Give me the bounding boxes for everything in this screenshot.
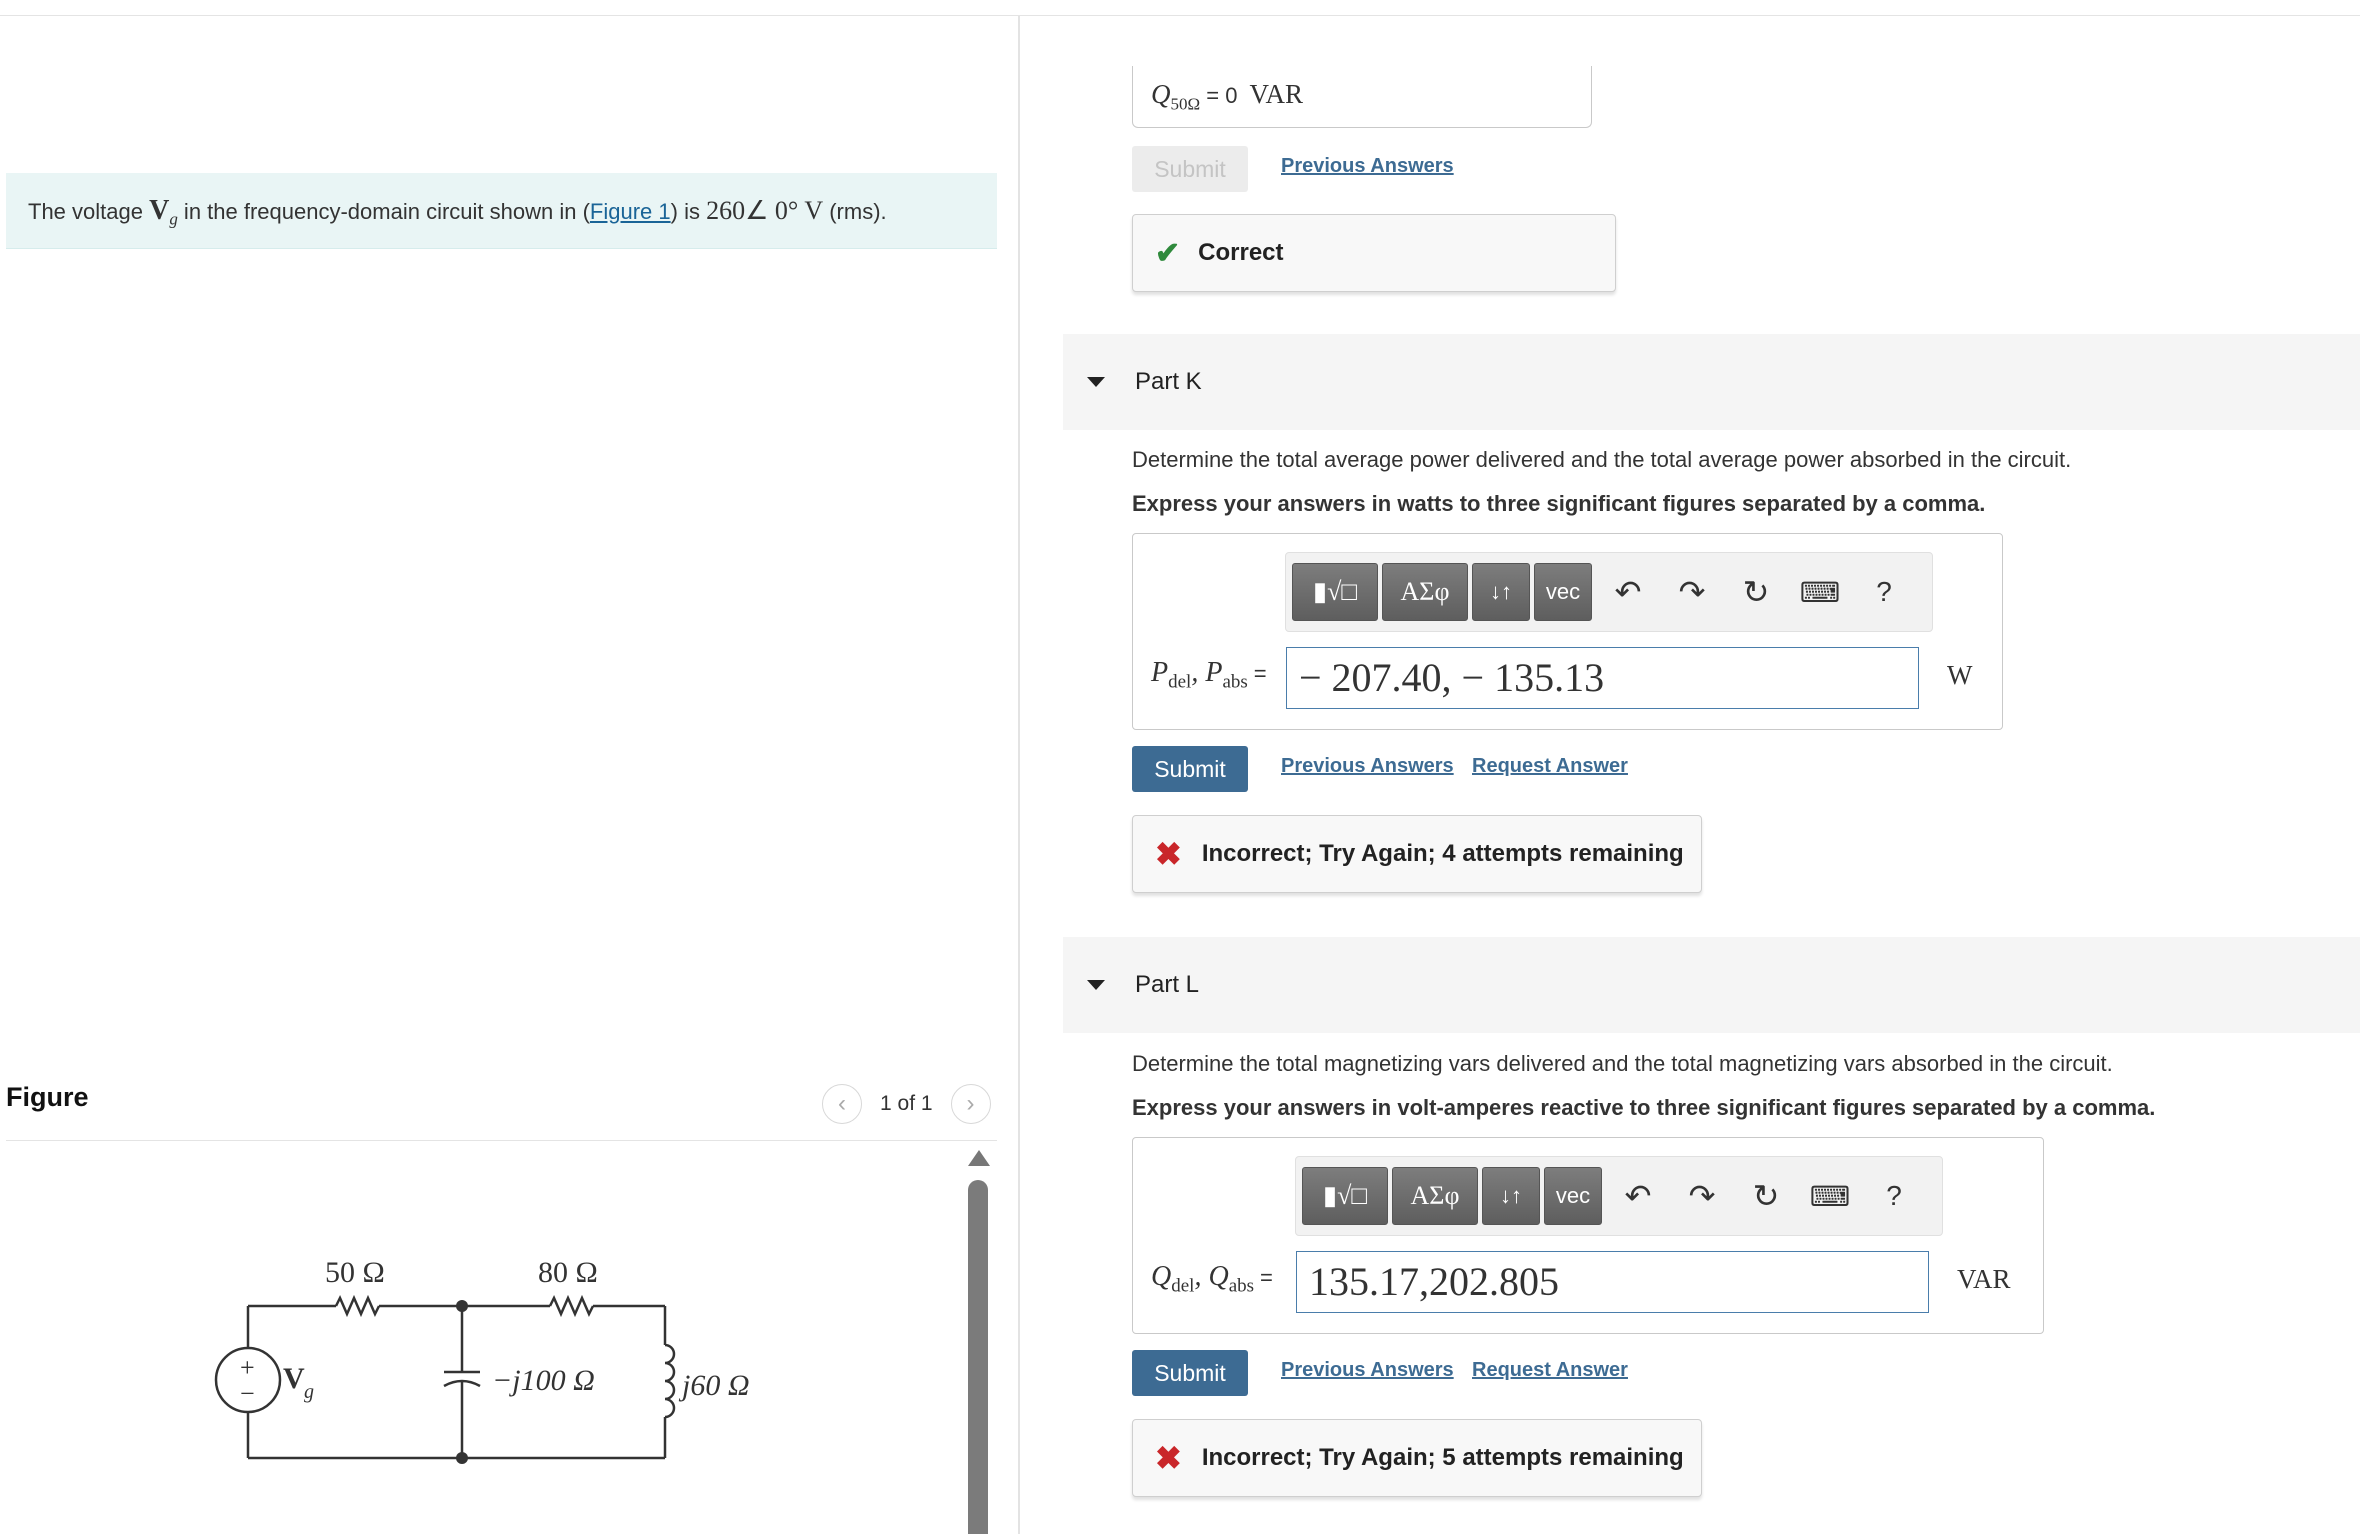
keyboard-icon[interactable]: ⌨ <box>1798 1180 1862 1213</box>
vec-icon[interactable]: vec <box>1534 563 1592 621</box>
scroll-up-arrow-icon[interactable] <box>968 1150 990 1166</box>
part-k-question: Determine the total average power delive… <box>1132 447 2072 472</box>
part-k-submit-button[interactable]: Submit <box>1132 746 1248 792</box>
x-icon: ✖ <box>1155 836 1182 872</box>
templates-icon[interactable]: ▮√□ <box>1302 1167 1388 1225</box>
figure-link[interactable]: Figure 1 <box>590 199 671 224</box>
vec-icon[interactable]: vec <box>1544 1167 1602 1225</box>
part-l-feedback-text: Incorrect; Try Again; 5 attempts remaini… <box>1201 1444 1684 1471</box>
part-k-header[interactable]: Part K <box>1063 334 2360 430</box>
arrows-icon[interactable]: ↓↑ <box>1482 1167 1540 1225</box>
source-plus: + <box>240 1353 255 1382</box>
part-k-answer-input[interactable]: − 207.40, − 135.13 <box>1286 647 1919 709</box>
prev-feedback-correct: ✔ Correct <box>1132 214 1616 292</box>
part-k-toolbar: ▮√□ ΑΣφ ↓↑ vec ↶ ↷ ↻ ⌨ ? <box>1285 552 1933 632</box>
reset-icon[interactable]: ↻ <box>1734 1177 1798 1215</box>
node-bottom <box>456 1452 468 1464</box>
part-l-question: Determine the total magnetizing vars del… <box>1132 1051 2113 1076</box>
redo-icon[interactable]: ↷ <box>1670 1177 1734 1215</box>
help-icon[interactable]: ? <box>1862 1180 1926 1212</box>
arrows-icon[interactable]: ↓↑ <box>1472 563 1530 621</box>
prev-feedback-text: Correct <box>1198 239 1284 266</box>
part-k-feedback: ✖ Incorrect; Try Again; 4 attempts remai… <box>1132 815 1702 893</box>
part-l-unit: VAR <box>1957 1264 2011 1294</box>
part-l-answer-box: ▮√□ ΑΣφ ↓↑ vec ↶ ↷ ↻ ⌨ ? Qdel, Qabs = 135… <box>1132 1137 2044 1334</box>
previous-answer-display: Q50Ω = 0 VAR <box>1132 66 1592 128</box>
part-l-answer-input[interactable]: 135.17,202.805 <box>1296 1251 1929 1313</box>
part-l-previous-answers-link[interactable]: Previous Answers <box>1281 1359 1454 1382</box>
part-k-field-label: Pdel, Pabs = <box>1151 657 1267 693</box>
intro-text-tail: (rms). <box>823 199 887 224</box>
part-l-toolbar: ▮√□ ΑΣφ ↓↑ vec ↶ ↷ ↻ ⌨ ? <box>1295 1156 1943 1236</box>
chevron-left-icon: ‹ <box>838 1090 846 1117</box>
circuit-diagram: 50 Ω 80 Ω −j100 Ω j60 Ω + − V g <box>214 1256 750 1464</box>
x-icon: ✖ <box>1155 1440 1182 1476</box>
templates-icon[interactable]: ▮√□ <box>1292 563 1378 621</box>
part-k-instruction: Express your answers in watts to three s… <box>1132 491 1986 516</box>
part-l-feedback: ✖ Incorrect; Try Again; 5 attempts remai… <box>1132 1419 1702 1497</box>
intro-text: The voltage <box>28 199 150 224</box>
part-l-submit-button[interactable]: Submit <box>1132 1350 1248 1396</box>
resistor-50-label: 50 Ω <box>325 1256 385 1289</box>
part-k-answer-box: ▮√□ ΑΣφ ↓↑ vec ↶ ↷ ↻ ⌨ ? Pdel, Pabs = − 2… <box>1132 533 2003 730</box>
figure-scrollbar-thumb[interactable] <box>968 1180 988 1534</box>
pane-divider[interactable] <box>1018 16 1020 1534</box>
prev-submit-button: Submit <box>1132 146 1248 192</box>
chevron-right-icon: › <box>966 1090 975 1117</box>
part-k-request-answer-link[interactable]: Request Answer <box>1472 755 1628 778</box>
top-border <box>0 15 2360 16</box>
figure-title: Figure <box>6 1082 89 1112</box>
voltage-symbol: V <box>149 195 170 226</box>
greek-icon[interactable]: ΑΣφ <box>1392 1167 1478 1225</box>
part-k-feedback-text: Incorrect; Try Again; 4 attempts remaini… <box>1201 840 1684 867</box>
prev-unit: VAR <box>1249 79 1303 109</box>
prev-value: 0 <box>1225 83 1238 108</box>
reset-icon[interactable]: ↻ <box>1724 573 1788 611</box>
part-l-header[interactable]: Part L <box>1063 937 2360 1033</box>
prev-equals: = <box>1200 83 1226 108</box>
voltage-unit: V <box>798 196 824 225</box>
problem-statement: The voltage Vg in the frequency-domain c… <box>6 173 997 249</box>
prev-label-sub: 50Ω <box>1170 94 1201 114</box>
checkmark-icon: ✔ <box>1155 236 1181 270</box>
caret-down-icon <box>1087 377 1105 387</box>
inductor-label: j60 Ω <box>678 1369 750 1402</box>
source-minus: − <box>240 1379 255 1408</box>
pager-text: 1 of 1 <box>880 1092 933 1115</box>
undo-icon[interactable]: ↶ <box>1596 573 1660 611</box>
prev-previous-answers-link[interactable]: Previous Answers <box>1281 155 1454 178</box>
voltage-subscript: g <box>169 209 178 229</box>
part-l-title: Part L <box>1135 971 1200 998</box>
previous-figure-button[interactable]: ‹ <box>822 1084 862 1124</box>
caret-down-icon <box>1087 980 1105 990</box>
part-k-unit: W <box>1947 660 1973 690</box>
intro-text-mid: in the frequency-domain circuit shown in… <box>177 199 590 224</box>
help-icon[interactable]: ? <box>1852 576 1916 608</box>
voltage-value: 260∠ 0° <box>706 196 799 225</box>
source-subscript: g <box>304 1381 314 1403</box>
part-l-request-answer-link[interactable]: Request Answer <box>1472 1359 1628 1382</box>
node-top <box>456 1300 468 1312</box>
source-label: V <box>283 1362 305 1395</box>
prev-label: Q <box>1151 79 1171 109</box>
part-l-instruction: Express your answers in volt-amperes rea… <box>1132 1095 2156 1120</box>
intro-text-post: ) is <box>670 199 707 224</box>
figure-divider <box>6 1140 997 1141</box>
redo-icon[interactable]: ↷ <box>1660 573 1724 611</box>
resistor-80-label: 80 Ω <box>538 1256 598 1289</box>
part-k-title: Part K <box>1135 368 1202 395</box>
part-k-previous-answers-link[interactable]: Previous Answers <box>1281 755 1454 778</box>
part-l-field-label: Qdel, Qabs = <box>1151 1261 1273 1297</box>
next-figure-button[interactable]: › <box>950 1084 991 1124</box>
undo-icon[interactable]: ↶ <box>1606 1177 1670 1215</box>
figure-pager: ‹ 1 of 1 › <box>822 1084 991 1124</box>
greek-icon[interactable]: ΑΣφ <box>1382 563 1468 621</box>
keyboard-icon[interactable]: ⌨ <box>1788 576 1852 609</box>
capacitor-label: −j100 Ω <box>492 1364 595 1397</box>
